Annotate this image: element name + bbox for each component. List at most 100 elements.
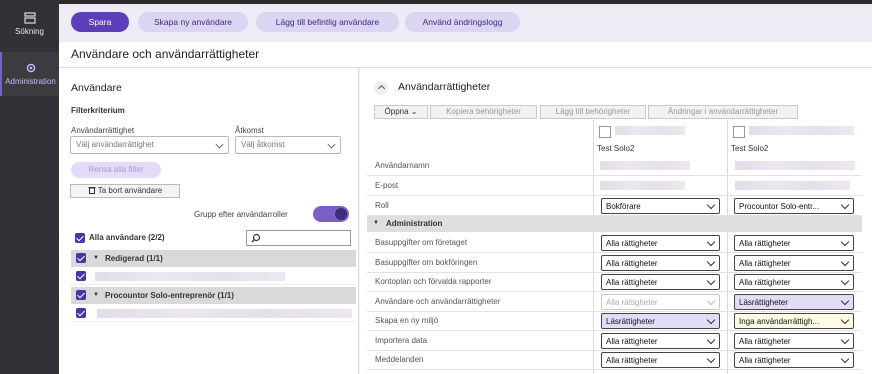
caret-down-icon[interactable]: ▼ [93, 255, 99, 261]
save-button[interactable]: Spara [71, 12, 129, 32]
permission-select[interactable]: Alla rättigheter [734, 333, 854, 349]
side-rail: Sökning Administration [0, 0, 59, 374]
add-rights-button[interactable]: Lägg till behörigheter [540, 105, 646, 119]
permission-value: Alla rättigheter [739, 239, 791, 248]
section-title: Administration [386, 219, 443, 228]
caret-down-icon[interactable]: ▼ [93, 292, 99, 298]
permission-select[interactable]: Inga användarrättigh... [734, 313, 854, 329]
redacted-user-name [97, 309, 352, 318]
user-checkbox[interactable] [76, 308, 86, 318]
page-title: Användare och användarrättigheter [71, 47, 260, 61]
permission-value: Alla rättigheter [739, 356, 791, 365]
chevron-down-icon [706, 200, 716, 210]
action-bar: Spara Skapa ny användare Lägg till befin… [59, 0, 872, 42]
rail-admin-label: Administration [5, 77, 56, 86]
rail-search-label: Sökning [15, 27, 44, 36]
user-checkbox[interactable] [76, 271, 86, 281]
column-checkbox[interactable] [733, 126, 745, 138]
group-name: Procountor Solo-entreprenör (1/1) [105, 291, 234, 300]
collapse-icon[interactable] [374, 81, 388, 95]
grid-row-role: Roll Bokförare Procountor Solo-entr... [367, 196, 862, 216]
chevron-down-icon [840, 335, 850, 345]
gear-icon [26, 63, 35, 73]
chevron-down-icon [706, 315, 716, 325]
permission-select[interactable]: Alla rättigheter [601, 274, 720, 290]
group-checkbox[interactable] [76, 253, 86, 263]
role-select[interactable]: Procountor Solo-entr... [734, 198, 854, 214]
column-checkbox[interactable] [599, 126, 611, 138]
group-by-roles-toggle[interactable] [313, 206, 349, 222]
chevron-down-icon [840, 276, 850, 286]
permission-select[interactable]: Alla rättigheter [601, 333, 720, 349]
group-name: Redigerad (1/1) [105, 254, 163, 263]
permission-select[interactable]: Alla rättigheter [734, 352, 854, 368]
add-existing-user-button[interactable]: Lägg till befintlig användare [256, 12, 399, 32]
create-user-button[interactable]: Skapa ny användare [138, 12, 248, 32]
permission-row: Meddelanden Alla rättigheter Alla rättig… [367, 350, 862, 370]
all-users-checkbox[interactable] [75, 233, 85, 243]
permission-select[interactable]: Alla rättigheter [734, 255, 854, 271]
row-label: Importera data [375, 336, 428, 345]
copy-rights-button[interactable]: Kopiera behörigheter [430, 105, 537, 119]
permission-row: Basuppgifter om företaget Alla rättighet… [367, 233, 862, 253]
row-label: Kontoplan och förvalda rapporter [375, 277, 492, 286]
user-row[interactable] [71, 268, 356, 285]
rights-panel: Användarrättigheter Öppna ⌄ Kopiera behö… [360, 68, 872, 374]
group-checkbox[interactable] [76, 290, 86, 300]
permission-select[interactable]: Alla rättigheter [601, 235, 720, 251]
group-row-edited[interactable]: ▼ Redigerad (1/1) [71, 250, 356, 267]
permission-value: Alla rättigheter [739, 259, 791, 268]
delete-user-button[interactable]: Ta bort användare [70, 184, 180, 198]
chevron-down-icon [706, 237, 716, 247]
rights-filter-select[interactable]: Välj användarrättighet [70, 136, 229, 154]
group-row-solo[interactable]: ▼ Procountor Solo-entreprenör (1/1) [71, 287, 356, 304]
permission-select[interactable]: Alla rättigheter [734, 235, 854, 251]
rail-item-administration[interactable]: Administration [0, 52, 59, 96]
rights-filter-placeholder: Välj användarrättighet [76, 140, 154, 149]
rights-changes-button[interactable]: Ändringar i användarrättigheter [648, 105, 798, 119]
chevron-down-icon [840, 257, 850, 267]
permission-row: Skapa en ny miljö Läsrättigheter Inga an… [367, 311, 862, 331]
row-label: Basuppgifter om företaget [375, 238, 468, 247]
permission-select[interactable]: Alla rättigheter [734, 274, 854, 290]
permission-select[interactable]: Alla rättigheter [601, 255, 720, 271]
access-filter-select[interactable]: Välj åtkomst [235, 136, 341, 154]
row-label: Roll [375, 201, 389, 210]
open-menu-button[interactable]: Öppna ⌄ [374, 105, 428, 119]
chevron-down-icon [215, 140, 224, 149]
app-window: Sökning Administration Spara Skapa ny an… [0, 0, 872, 374]
role-select-value: Procountor Solo-entr... [739, 202, 820, 211]
chevron-down-icon [840, 315, 850, 325]
filter-heading: Filterkriterium [71, 106, 125, 115]
permission-select[interactable]: Läsrättigheter [601, 313, 720, 329]
row-label: Användare och användarrättigheter [375, 297, 501, 306]
role-select[interactable]: Bokförare [601, 198, 720, 214]
column-user-name: Test Solo2 [597, 144, 635, 153]
user-row[interactable] [71, 305, 356, 322]
row-label: Användarnamn [375, 161, 430, 170]
chevron-down-icon [840, 237, 850, 247]
users-panel: Användare Filterkriterium Användarrättig… [59, 68, 359, 374]
redacted-header [749, 126, 854, 135]
permission-value: Alla rättigheter [606, 278, 658, 287]
section-administration[interactable]: ▼ Administration [367, 216, 862, 232]
permission-select[interactable]: Alla rättigheter [601, 352, 720, 368]
permission-row: Användare och användarrättigheter Alla r… [367, 292, 862, 312]
permission-select[interactable]: Läsrättigheter [734, 294, 854, 310]
rail-item-search[interactable]: Sökning [0, 12, 59, 46]
chevron-down-icon [840, 200, 850, 210]
permission-row: Kontoplan och förvalda rapporter Alla rä… [367, 272, 862, 292]
chevron-down-icon [706, 335, 716, 345]
column-user-name: Test Solo2 [731, 144, 769, 153]
grid-row-email: E-post [367, 176, 862, 196]
delete-user-label: Ta bort användare [97, 186, 163, 195]
access-filter-placeholder: Välj åtkomst [241, 140, 285, 149]
caret-down-icon[interactable]: ▼ [373, 220, 379, 226]
row-label: Meddelanden [375, 355, 424, 364]
chevron-down-icon [706, 296, 716, 306]
row-label: E-post [375, 181, 399, 190]
use-changelog-button[interactable]: Använd ändringslogg [405, 12, 520, 32]
clear-filters-button[interactable]: Rensa alla filter [71, 162, 161, 178]
user-search-input[interactable] [246, 230, 351, 246]
rights-filter-label: Användarrättighet [71, 126, 135, 135]
